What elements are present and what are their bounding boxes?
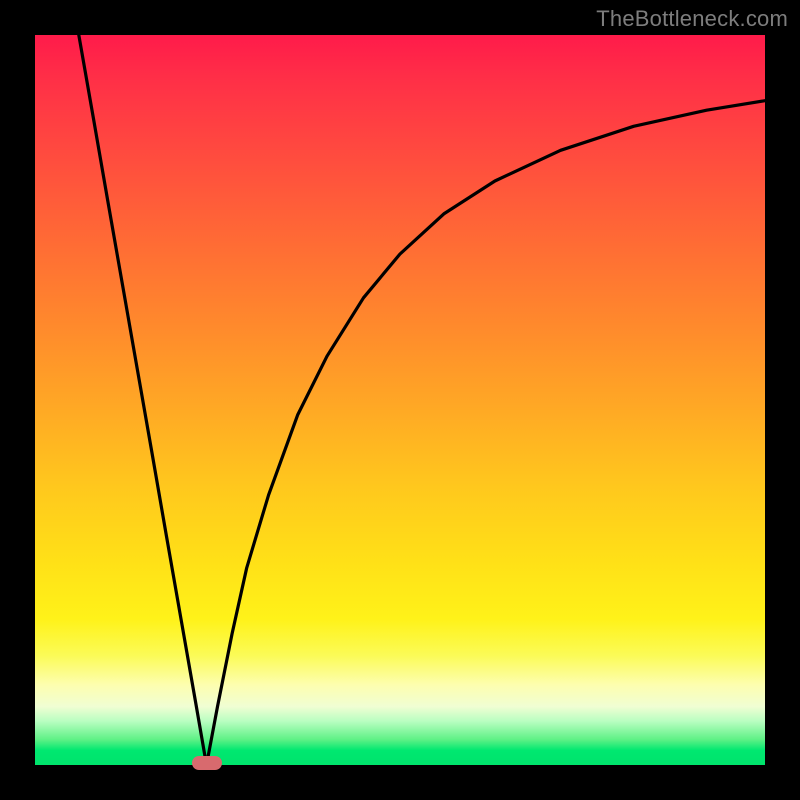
bottleneck-curve — [35, 35, 765, 765]
plot-area — [35, 35, 765, 765]
minimum-marker — [192, 756, 222, 770]
watermark-text: TheBottleneck.com — [596, 6, 788, 32]
chart-frame: TheBottleneck.com — [0, 0, 800, 800]
curve-path — [79, 35, 765, 765]
